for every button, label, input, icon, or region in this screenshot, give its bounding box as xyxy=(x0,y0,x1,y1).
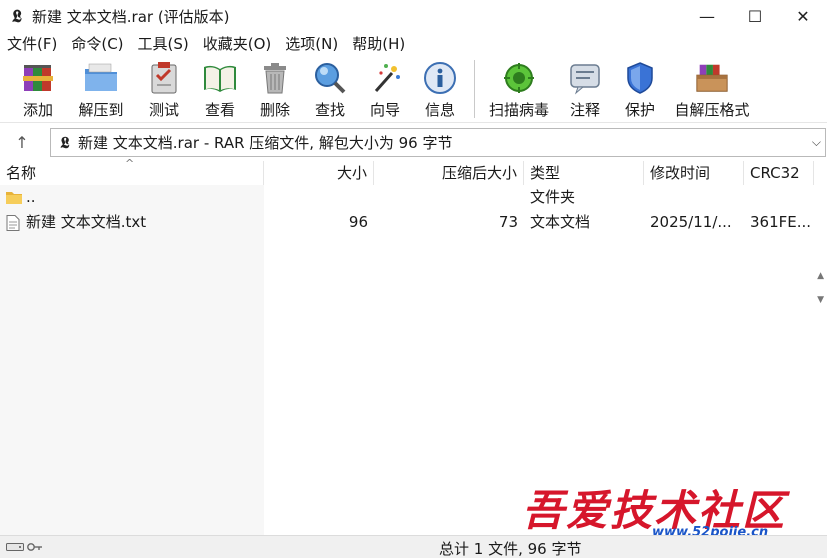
delete-button[interactable]: 删除 xyxy=(248,56,302,123)
toolbar: 添加 解压到 测试 查看 删除 查找 向导 信息 扫描病毒 注释 保护 自解压格… xyxy=(0,56,827,123)
extract-folder-icon xyxy=(83,60,119,96)
menu-file[interactable]: 文件(F) xyxy=(0,33,64,56)
extract-to-button[interactable]: 解压到 xyxy=(66,56,136,123)
file-type: 文本文档 xyxy=(530,213,591,231)
scroll-up-icon[interactable]: ▲ xyxy=(817,271,824,281)
delete-trash-icon xyxy=(257,60,293,96)
column-header-type[interactable]: 类型 xyxy=(524,161,644,185)
menu-commands[interactable]: 命令(C) xyxy=(64,33,130,56)
virus-scan-button[interactable]: 扫描病毒 xyxy=(481,56,557,123)
test-button[interactable]: 测试 xyxy=(136,56,192,123)
menu-tools[interactable]: 工具(S) xyxy=(131,33,196,56)
shield-icon xyxy=(622,60,658,96)
column-header-packed[interactable]: 压缩后大小 xyxy=(374,161,524,185)
sfx-button[interactable]: 自解压格式 xyxy=(667,56,757,123)
file-packed xyxy=(374,185,524,210)
file-packed: 73 xyxy=(498,213,518,231)
status-summary: 总计 1 文件, 96 字节 xyxy=(439,540,582,558)
column-header-name[interactable]: ^ 名称 xyxy=(0,157,264,185)
add-button[interactable]: 添加 xyxy=(10,56,66,123)
wizard-wand-icon xyxy=(367,60,403,96)
info-icon xyxy=(422,60,458,96)
file-modified: 2025/11/... xyxy=(650,213,732,231)
find-button[interactable]: 查找 xyxy=(302,56,358,123)
maximize-button[interactable]: ☐ xyxy=(731,0,779,33)
comment-button[interactable]: 注释 xyxy=(557,56,613,123)
menu-bar: 文件(F) 命令(C) 工具(S) 收藏夹(O) 选项(N) 帮助(H) xyxy=(0,33,827,56)
minimize-button[interactable]: — xyxy=(683,0,731,33)
file-crc: 361FE... xyxy=(750,213,812,231)
file-name: 新建 文本文档.txt xyxy=(26,213,147,231)
address-text: 新建 文本文档.rar - RAR 压缩文件, 解包大小为 96 字节 xyxy=(78,134,453,152)
file-name: .. xyxy=(26,188,36,206)
toolbar-separator xyxy=(474,60,475,118)
column-header-size[interactable]: 大小 xyxy=(264,161,374,185)
close-button[interactable]: ✕ xyxy=(779,0,827,33)
file-crc xyxy=(744,185,814,210)
status-icons xyxy=(6,538,43,556)
view-button[interactable]: 查看 xyxy=(192,56,248,123)
view-book-icon xyxy=(202,60,238,96)
drive-icon[interactable] xyxy=(6,538,24,556)
archive-icon: 𝕷 xyxy=(60,132,70,152)
window-controls: — ☐ ✕ xyxy=(683,0,827,33)
add-archive-icon xyxy=(20,60,56,96)
file-modified xyxy=(644,185,744,210)
key-icon[interactable] xyxy=(27,538,43,556)
protect-button[interactable]: 保护 xyxy=(613,56,667,123)
wizard-button[interactable]: 向导 xyxy=(358,56,412,123)
sfx-box-icon xyxy=(694,60,730,96)
find-magnifier-icon xyxy=(312,60,348,96)
title-bar: 𝕷 新建 文本文档.rar (评估版本) — ☐ ✕ xyxy=(0,0,827,33)
up-folder-button[interactable]: ↑ xyxy=(0,124,44,160)
window-title: 新建 文本文档.rar (评估版本) xyxy=(32,8,230,26)
menu-help[interactable]: 帮助(H) xyxy=(345,33,412,56)
list-item-parent[interactable]: .. 文件夹 xyxy=(0,185,827,210)
column-header-crc[interactable]: CRC32 xyxy=(744,161,814,185)
chevron-down-icon[interactable]: ⌵ xyxy=(812,135,821,150)
vertical-scrollbar[interactable]: ▲ ▼ xyxy=(813,185,827,497)
name-column-shade xyxy=(0,185,264,535)
status-bar: 总计 1 文件, 96 字节 xyxy=(0,535,827,558)
file-size: 96 xyxy=(348,213,368,231)
file-size xyxy=(264,185,374,210)
column-header-modified[interactable]: 修改时间 xyxy=(644,161,744,185)
address-bar[interactable]: 𝕷 新建 文本文档.rar - RAR 压缩文件, 解包大小为 96 字节 ⌵ xyxy=(50,128,826,157)
scroll-down-icon[interactable]: ▼ xyxy=(817,295,824,305)
menu-favorites[interactable]: 收藏夹(O) xyxy=(196,33,279,56)
text-file-icon xyxy=(6,214,22,231)
info-button[interactable]: 信息 xyxy=(412,56,468,123)
list-item-file[interactable]: 新建 文本文档.txt 96 73 文本文档 2025/11/... 361FE… xyxy=(0,210,827,235)
list-header: ^ 名称 大小 压缩后大小 类型 修改时间 CRC32 xyxy=(0,157,827,185)
file-type: 文件夹 xyxy=(530,188,576,206)
sort-up-icon: ^ xyxy=(125,157,135,170)
folder-icon xyxy=(6,190,22,206)
virus-scan-icon xyxy=(501,60,537,96)
comment-icon xyxy=(567,60,603,96)
test-clipboard-icon xyxy=(146,60,182,96)
menu-options[interactable]: 选项(N) xyxy=(278,33,345,56)
winrar-app-icon: 𝕷 xyxy=(12,6,22,27)
